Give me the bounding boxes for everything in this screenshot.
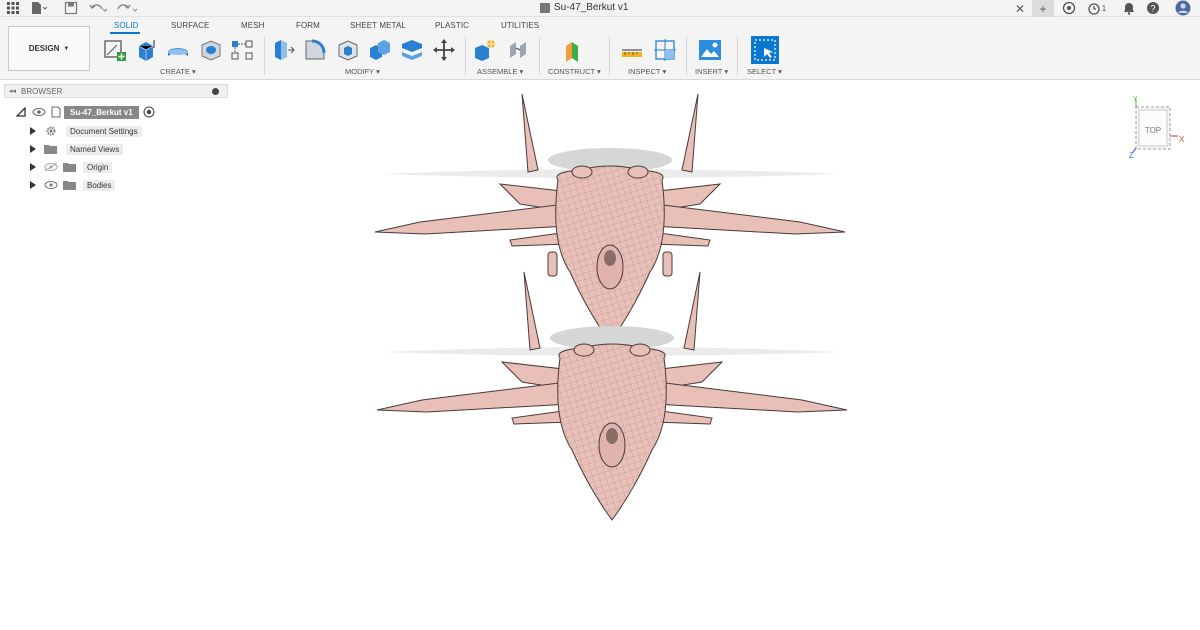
new-component-icon[interactable]: [473, 38, 497, 62]
press-pull-icon[interactable]: [271, 38, 295, 62]
redo-icon[interactable]: [116, 1, 140, 15]
fusion-window: Su-47_Berkut v1 ✕ + 1 ? DESIGN ▼ SOLID S…: [0, 0, 1200, 630]
visibility-eye-icon[interactable]: [44, 180, 58, 190]
expanded-triangle-icon[interactable]: [16, 107, 26, 117]
select-icon[interactable]: [751, 36, 779, 64]
collapse-panel-icon[interactable]: ◂◂: [9, 87, 16, 95]
axis-z-label: Z: [1129, 151, 1134, 159]
visibility-eye-icon[interactable]: [32, 107, 46, 117]
tab-mesh[interactable]: MESH: [241, 21, 265, 30]
close-tab-icon[interactable]: ✕: [1012, 0, 1028, 17]
document-node-icon: [51, 106, 61, 118]
save-icon[interactable]: [64, 1, 78, 15]
divider: [737, 37, 738, 75]
extensions-icon[interactable]: [1062, 1, 1076, 15]
select-menu[interactable]: SELECT ▾: [747, 67, 782, 76]
divider: [465, 37, 466, 75]
account-avatar[interactable]: [1175, 0, 1191, 16]
tree-item-named-views[interactable]: Named Views: [30, 142, 124, 156]
undo-icon[interactable]: [88, 1, 108, 15]
tree-root[interactable]: Su-47_Berkut v1: [16, 105, 155, 119]
tree-item-bodies[interactable]: Bodies: [30, 178, 116, 192]
browser-panel: ◂◂ BROWSER: [4, 84, 228, 98]
folder-icon: [44, 145, 57, 154]
measure-icon[interactable]: [620, 38, 644, 62]
tab-plastic[interactable]: PLASTIC: [435, 21, 469, 30]
file-menu-icon[interactable]: [30, 1, 48, 15]
tab-utilities[interactable]: UTILITIES: [501, 21, 539, 30]
divider: [609, 37, 610, 75]
extrude-icon[interactable]: [134, 38, 158, 62]
divider: [264, 37, 265, 75]
fillet-icon[interactable]: [303, 38, 327, 62]
axis-y-label: Y: [1133, 96, 1138, 103]
inspect-menu[interactable]: INSPECT ▾: [628, 67, 666, 76]
joint-icon[interactable]: [506, 38, 530, 62]
chamfer-icon[interactable]: [336, 38, 360, 62]
assemble-menu[interactable]: ASSEMBLE ▾: [477, 67, 523, 76]
view-cube[interactable]: Y X Z TOP: [1128, 95, 1188, 159]
create-menu[interactable]: CREATE ▾: [160, 67, 196, 76]
modify-menu[interactable]: MODIFY ▾: [345, 67, 380, 76]
tree-item-origin[interactable]: Origin: [30, 160, 113, 174]
browser-header[interactable]: ◂◂ BROWSER: [4, 84, 228, 98]
title-bar: Su-47_Berkut v1 ✕ + 1 ?: [0, 0, 1200, 17]
divider: [686, 37, 687, 75]
job-status[interactable]: 1: [1086, 0, 1108, 17]
combine-icon[interactable]: [400, 38, 424, 62]
expand-triangle-icon[interactable]: [30, 163, 36, 171]
tab-surface[interactable]: SURFACE: [171, 21, 210, 30]
move-icon[interactable]: [432, 38, 456, 62]
document-icon: [540, 2, 550, 13]
axis-x-label: X: [1179, 135, 1185, 144]
grid-icon[interactable]: [6, 1, 20, 15]
expand-triangle-icon[interactable]: [30, 127, 36, 135]
viewport-canvas[interactable]: [230, 80, 1200, 630]
insert-image-icon[interactable]: [698, 38, 722, 62]
gear-icon: [46, 126, 56, 136]
expand-triangle-icon[interactable]: [30, 181, 36, 189]
folder-icon: [63, 163, 76, 172]
notifications-icon[interactable]: [1122, 1, 1136, 15]
tab-sheet-metal[interactable]: SHEET METAL: [350, 21, 406, 30]
create-sketch-icon[interactable]: [103, 38, 127, 62]
job-status-icon: [1088, 2, 1100, 15]
tab-solid[interactable]: SOLID: [114, 21, 139, 30]
section-analysis-icon[interactable]: [653, 38, 677, 62]
hidden-eye-icon[interactable]: [44, 162, 58, 172]
expand-triangle-icon[interactable]: [30, 145, 36, 153]
folder-icon: [63, 181, 76, 190]
svg-text:?: ?: [1150, 4, 1155, 14]
pattern-icon[interactable]: [230, 38, 254, 62]
insert-menu[interactable]: INSERT ▾: [695, 67, 728, 76]
divider: [539, 37, 540, 75]
chevron-down-icon: ▼: [63, 45, 70, 52]
new-tab-icon[interactable]: +: [1032, 0, 1054, 17]
tab-form[interactable]: FORM: [296, 21, 320, 30]
activate-radio-icon[interactable]: [143, 106, 155, 118]
help-icon[interactable]: ?: [1146, 1, 1160, 15]
pin-icon[interactable]: [212, 88, 219, 95]
workspace-switcher[interactable]: DESIGN ▼: [8, 26, 90, 71]
view-cube-face-label: TOP: [1145, 126, 1161, 135]
construct-menu[interactable]: CONSTRUCT ▾: [548, 67, 601, 76]
toolbar-ribbon: DESIGN ▼ SOLID SURFACE MESH FORM SHEET M…: [0, 17, 1200, 80]
active-tab-indicator: [110, 32, 140, 34]
document-title: Su-47_Berkut v1: [540, 2, 629, 13]
shell-icon[interactable]: [368, 38, 392, 62]
revolve-icon[interactable]: [166, 38, 190, 62]
tree-item-document-settings[interactable]: Document Settings: [30, 124, 142, 138]
offset-plane-icon[interactable]: [562, 38, 586, 62]
hole-icon[interactable]: [199, 38, 223, 62]
